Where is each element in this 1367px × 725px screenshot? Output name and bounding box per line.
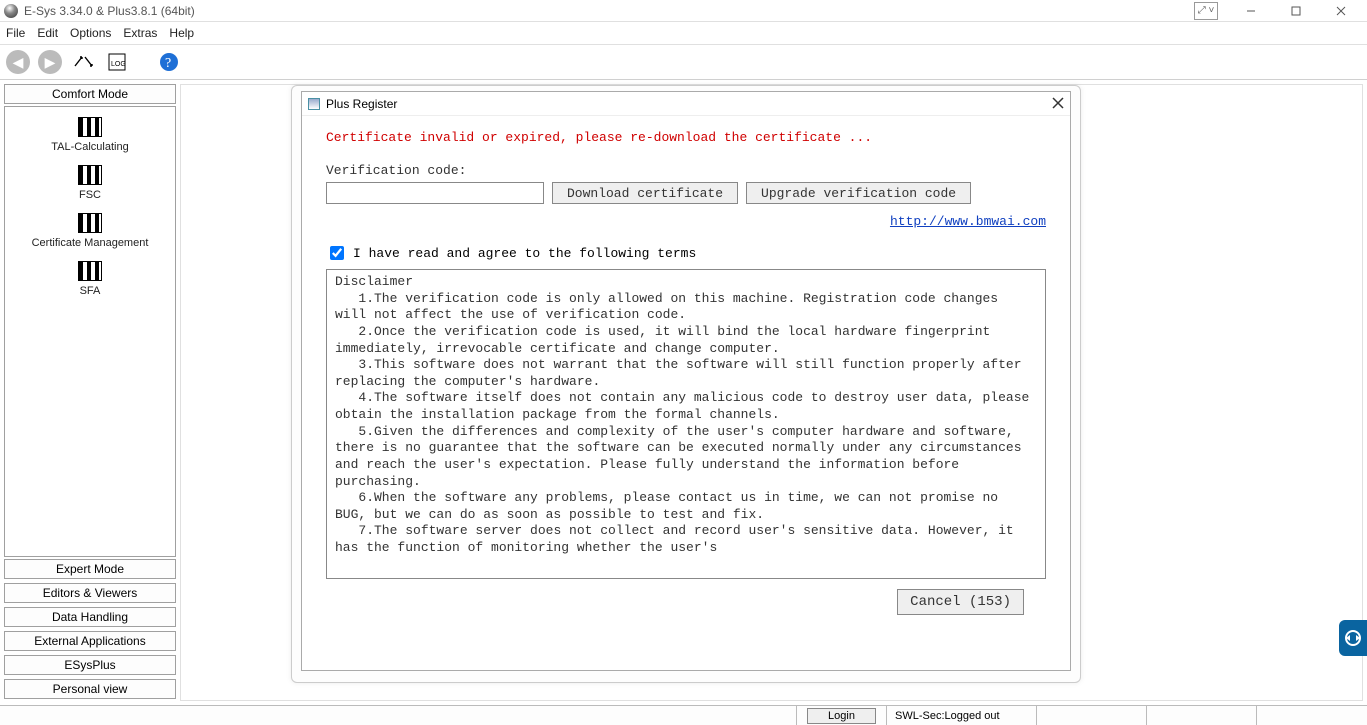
cancel-button[interactable]: Cancel (153) [897,589,1024,615]
forward-button[interactable]: ▶ [38,50,62,74]
connect-icon[interactable] [70,49,96,75]
download-certificate-button[interactable]: Download certificate [552,182,738,204]
svg-text:LOG: LOG [111,61,126,68]
svg-text:?: ? [165,56,171,71]
sidebar-item-certificate-management[interactable]: Certificate Management [5,213,175,259]
close-button[interactable] [1318,0,1363,22]
titlebar: E-Sys 3.34.0 & Plus3.8.1 (64bit) ⤢ ˅ [0,0,1367,22]
sidebar-item-label: FSC [5,189,175,201]
menu-extras[interactable]: Extras [123,26,157,40]
sidebar-item-label: SFA [5,285,175,297]
menu-file[interactable]: File [6,26,25,40]
dialog-titlebar: Plus Register [302,92,1070,116]
agree-label: I have read and agree to the following t… [353,246,696,261]
swl-sec-label: SWL-Sec: [895,710,945,722]
terms-textbox[interactable]: Disclaimer 1.The verification code is on… [326,269,1046,579]
login-button[interactable]: Login [807,708,876,724]
barcode-icon [78,165,102,185]
dialog-title-text: Plus Register [326,97,397,111]
menu-edit[interactable]: Edit [37,26,58,40]
main-area: Plus Register Certificate invalid or exp… [180,84,1363,701]
maximize-button[interactable] [1273,0,1318,22]
bmwai-link[interactable]: http://www.bmwai.com [890,214,1046,229]
menu-help[interactable]: Help [169,26,194,40]
upgrade-verification-button[interactable]: Upgrade verification code [746,182,971,204]
statusbar: Login SWL-Sec: Logged out [0,705,1367,725]
sidebar-item-sfa[interactable]: SFA [5,261,175,307]
sidebar-item-fsc[interactable]: FSC [5,165,175,211]
barcode-icon [78,213,102,233]
menu-options[interactable]: Options [70,26,111,40]
sidebar: Comfort Mode TAL-Calculating FSC Certifi… [0,80,180,705]
minimize-button[interactable] [1228,0,1273,22]
app-icon [4,4,18,18]
sidebar-item-label: TAL-Calculating [5,141,175,153]
log-icon[interactable]: LOG [104,49,130,75]
swl-sec-value: Logged out [945,710,1000,722]
dialog-close-button[interactable] [1052,96,1064,112]
sidebar-item-label: Certificate Management [5,237,175,249]
menubar: File Edit Options Extras Help [0,22,1367,44]
teamviewer-tab-icon[interactable] [1339,620,1367,656]
sidebar-item-tal-calculating[interactable]: TAL-Calculating [5,117,175,163]
barcode-icon [78,117,102,137]
help-icon[interactable]: ? [156,49,182,75]
barcode-icon [78,261,102,281]
sidebar-header-comfort[interactable]: Comfort Mode [4,84,176,104]
verification-label: Verification code: [326,163,1046,178]
verification-input[interactable] [326,182,544,204]
window-title: E-Sys 3.34.0 & Plus3.8.1 (64bit) [24,4,195,18]
sidebar-body: TAL-Calculating FSC Certificate Manageme… [4,106,176,557]
toolbar: ◀ ▶ LOG ? [0,44,1367,80]
agree-checkbox[interactable] [330,246,344,260]
sidebar-esysplus[interactable]: ESysPlus [4,655,176,675]
error-message: Certificate invalid or expired, please r… [326,130,1046,145]
sidebar-personal-view[interactable]: Personal view [4,679,176,699]
expand-icon[interactable]: ⤢ ˅ [1194,2,1218,20]
sidebar-editors-viewers[interactable]: Editors & Viewers [4,583,176,603]
plus-register-dialog: Plus Register Certificate invalid or exp… [301,91,1071,671]
back-button[interactable]: ◀ [6,50,30,74]
sidebar-expert-mode[interactable]: Expert Mode [4,559,176,579]
dialog-icon [308,98,320,110]
sidebar-external-applications[interactable]: External Applications [4,631,176,651]
sidebar-data-handling[interactable]: Data Handling [4,607,176,627]
